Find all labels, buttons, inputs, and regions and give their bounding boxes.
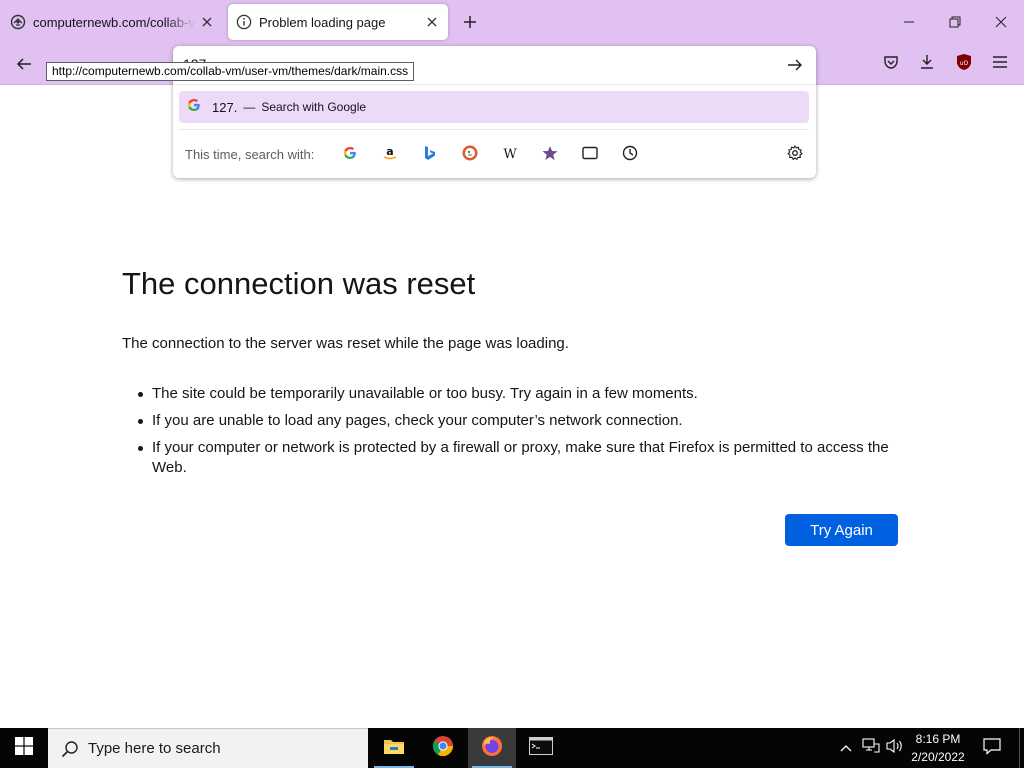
divider xyxy=(173,84,816,85)
divider xyxy=(179,129,809,130)
hamburger-menu-icon xyxy=(993,55,1007,73)
link-status-tooltip: http://computernewb.com/collab-vm/user-v… xyxy=(46,62,415,81)
bing-engine-button[interactable] xyxy=(417,142,443,168)
google-engine-button[interactable] xyxy=(337,142,363,168)
speaker-icon xyxy=(886,738,904,759)
vm-site-icon xyxy=(10,14,26,30)
go-arrow-icon[interactable] xyxy=(781,52,809,78)
taskbar-firefox[interactable] xyxy=(468,728,516,768)
tab-strip: computernewb.com/collab-vm Problem loadi… xyxy=(0,0,1024,44)
amazon-icon: a xyxy=(382,145,398,166)
svg-text:W: W xyxy=(503,147,517,160)
restore-button[interactable] xyxy=(932,0,978,44)
suggestion-separator: — xyxy=(243,100,256,114)
list-item: If you are unable to load any pages, che… xyxy=(138,411,908,431)
svg-text:a: a xyxy=(386,145,393,158)
file-explorer-icon xyxy=(383,737,405,760)
bing-icon xyxy=(423,145,437,166)
pocket-icon xyxy=(883,54,899,75)
taskbar-file-explorer[interactable] xyxy=(370,728,418,768)
close-window-button[interactable] xyxy=(978,0,1024,44)
history-engine-button[interactable] xyxy=(617,142,643,168)
search-suggestion-row[interactable]: 127. — Search with Google xyxy=(179,91,809,123)
bookmarks-icon xyxy=(542,145,558,166)
svg-text:uO: uO xyxy=(960,60,969,67)
taskbar-chrome[interactable] xyxy=(419,728,467,768)
error-title: The connection was reset xyxy=(122,266,476,301)
show-desktop-button[interactable] xyxy=(1019,728,1024,768)
list-item: The site could be temporarily unavailabl… xyxy=(138,384,908,404)
download-icon xyxy=(919,54,935,75)
taskbar: Type here to search 8:16 PM 2/20/2022 xyxy=(0,728,1024,768)
minimize-button[interactable] xyxy=(886,0,932,44)
notification-icon xyxy=(983,737,1001,760)
google-icon xyxy=(187,98,201,117)
terminal-icon xyxy=(529,736,553,760)
bookmarks-engine-button[interactable] xyxy=(537,142,563,168)
tab-label: Problem loading page xyxy=(259,14,386,30)
firefox-icon xyxy=(481,735,503,762)
close-tab-icon[interactable] xyxy=(195,10,219,34)
pocket-button[interactable] xyxy=(876,49,906,79)
ublock-origin-icon: uO xyxy=(956,53,972,76)
history-icon xyxy=(622,145,638,166)
error-description: The connection to the server was reset w… xyxy=(122,335,569,352)
taskbar-terminal[interactable] xyxy=(517,728,565,768)
wikipedia-icon: W xyxy=(501,146,519,165)
tab-label: computernewb.com/collab-vm xyxy=(33,14,195,30)
new-tab-button[interactable] xyxy=(456,8,484,36)
notifications-button[interactable] xyxy=(976,728,1008,768)
gear-icon xyxy=(787,144,803,166)
taskbar-search-box[interactable]: Type here to search xyxy=(48,728,368,768)
network-tray-button[interactable] xyxy=(860,728,882,768)
start-button[interactable] xyxy=(0,728,48,768)
try-again-button[interactable]: Try Again xyxy=(785,514,898,546)
info-icon xyxy=(236,14,252,30)
wikipedia-engine-button[interactable]: W xyxy=(497,142,523,168)
ublock-button[interactable]: uO xyxy=(949,49,979,79)
downloads-button[interactable] xyxy=(912,49,942,79)
app-menu-button[interactable] xyxy=(985,49,1015,79)
clock-date: 2/20/2022 xyxy=(911,750,965,764)
suggestion-action: Search with Google xyxy=(261,100,367,114)
duckduckgo-icon xyxy=(462,145,478,166)
show-hidden-icons-button[interactable] xyxy=(836,728,856,768)
close-tab-icon[interactable] xyxy=(420,10,444,34)
volume-tray-button[interactable] xyxy=(884,728,906,768)
list-item: If your computer or network is protected… xyxy=(138,438,908,478)
chrome-icon xyxy=(432,735,454,762)
tabs-engine-button[interactable] xyxy=(577,142,603,168)
suggestion-query: 127. xyxy=(212,99,238,115)
tabs-icon xyxy=(582,146,598,165)
google-icon xyxy=(343,146,357,165)
tab-problem-loading[interactable]: Problem loading page xyxy=(228,4,448,40)
search-settings-button[interactable] xyxy=(782,142,808,168)
network-icon xyxy=(862,737,880,759)
search-icon xyxy=(60,739,80,759)
windows-logo-icon xyxy=(15,736,33,760)
one-off-search-label: This time, search with: xyxy=(185,147,315,162)
clock-time: 8:16 PM xyxy=(915,732,961,746)
amazon-engine-button[interactable]: a xyxy=(377,142,403,168)
taskbar-clock[interactable]: 8:16 PM 2/20/2022 xyxy=(904,730,972,766)
taskbar-search-placeholder: Type here to search xyxy=(88,740,221,757)
back-button[interactable] xyxy=(9,49,39,79)
duckduckgo-engine-button[interactable] xyxy=(457,142,483,168)
tab-collab-vm[interactable]: computernewb.com/collab-vm xyxy=(2,4,223,40)
chevron-up-icon xyxy=(840,739,852,757)
error-suggestions: The site could be temporarily unavailabl… xyxy=(138,384,908,485)
